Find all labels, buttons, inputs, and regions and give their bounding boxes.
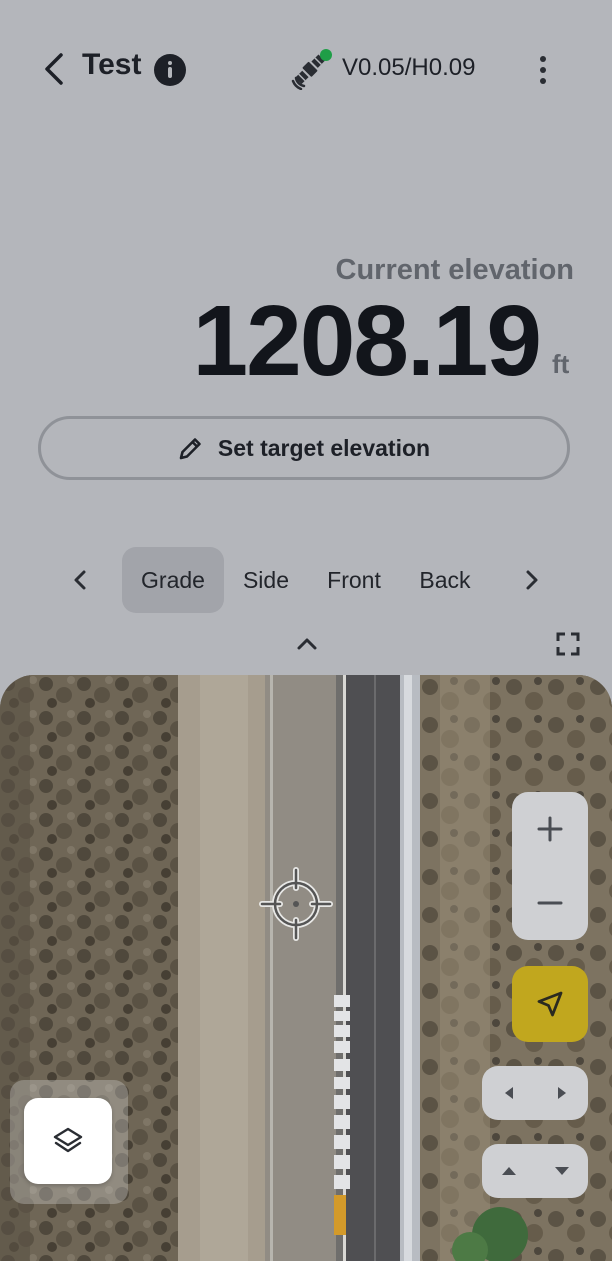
zoom-in-button[interactable] <box>512 792 588 866</box>
gps-accuracy-readout: V0.05/H0.09 <box>342 54 476 81</box>
info-icon[interactable] <box>154 54 186 86</box>
plus-icon <box>537 816 563 842</box>
chevron-left-icon <box>74 570 86 590</box>
set-target-elevation-label: Set target elevation <box>217 434 431 461</box>
collapse-panel-button[interactable] <box>290 630 324 658</box>
elevation-value: 1208.19 <box>192 285 542 397</box>
pencil-icon <box>179 438 201 460</box>
tabs-prev-button[interactable] <box>62 562 98 598</box>
chevron-left-icon <box>45 53 63 85</box>
satellite-icon[interactable] <box>290 48 334 91</box>
elevation-unit: ft <box>552 349 570 379</box>
zoom-out-button[interactable] <box>512 866 588 940</box>
triangle-right-icon <box>557 1087 566 1099</box>
more-menu-button[interactable] <box>528 52 558 88</box>
triangle-up-icon <box>501 1167 516 1175</box>
fullscreen-icon <box>556 632 580 656</box>
map-layers-button[interactable] <box>24 1098 112 1184</box>
pan-down-button[interactable] <box>535 1144 588 1198</box>
layers-icon <box>53 1127 83 1153</box>
vertical-pan-control <box>482 1144 588 1198</box>
chevron-up-icon <box>297 638 317 650</box>
navigation-arrow-icon <box>537 991 563 1017</box>
back-button[interactable] <box>36 50 72 88</box>
minus-icon <box>537 901 563 905</box>
pan-left-button[interactable] <box>482 1066 535 1120</box>
tab-grade[interactable]: Grade <box>122 547 224 613</box>
chevron-right-icon <box>526 570 538 590</box>
fullscreen-button[interactable] <box>552 628 584 660</box>
crosshair-icon <box>258 866 334 942</box>
horizontal-pan-control <box>482 1066 588 1120</box>
view-tabs: Grade Side Front Back <box>122 547 490 613</box>
tabs-next-button[interactable] <box>514 562 550 598</box>
set-target-elevation-button[interactable]: Set target elevation <box>38 416 570 480</box>
zoom-control <box>512 792 588 940</box>
gps-status-dot <box>320 49 332 61</box>
triangle-left-icon <box>504 1087 513 1099</box>
tab-front[interactable]: Front <box>308 547 400 613</box>
page-title: Test <box>82 48 142 81</box>
pan-right-button[interactable] <box>535 1066 588 1120</box>
locate-me-button[interactable] <box>512 966 588 1042</box>
tab-back[interactable]: Back <box>400 547 490 613</box>
tab-side[interactable]: Side <box>224 547 308 613</box>
triangle-down-icon <box>554 1167 569 1175</box>
pan-up-button[interactable] <box>482 1144 535 1198</box>
